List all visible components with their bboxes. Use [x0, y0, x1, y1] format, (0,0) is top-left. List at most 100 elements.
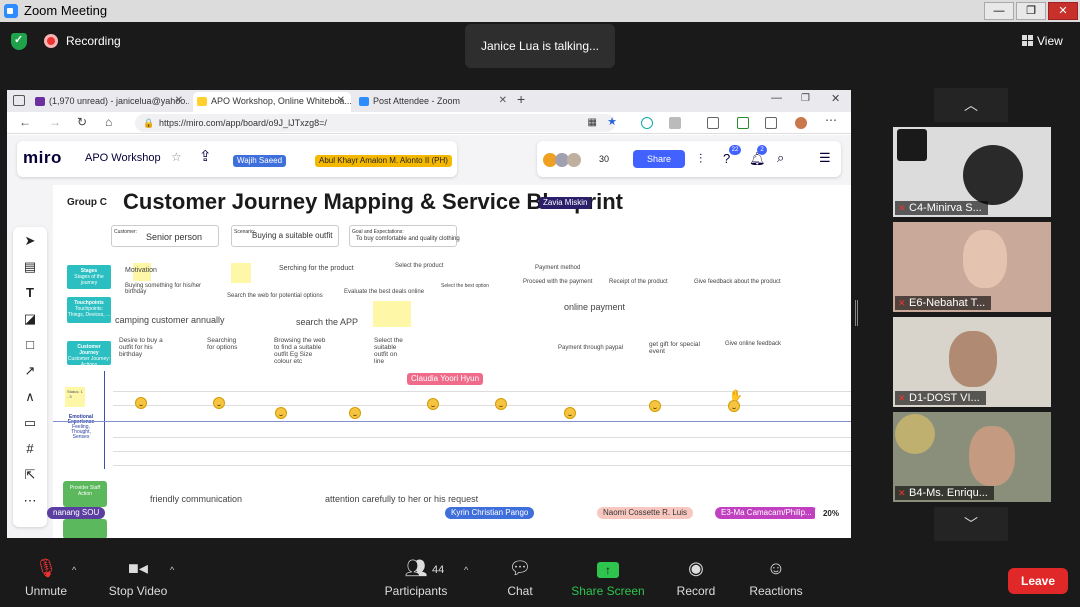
note[interactable]: Payment through paypal — [558, 345, 623, 351]
extension-icon[interactable] — [641, 117, 653, 129]
note[interactable]: Desire to buy a outfit for his birthday — [119, 337, 169, 358]
browser-tab-email[interactable]: (1,970 unread) - janicelua@yahoo... ✕ — [31, 92, 189, 112]
favorites-icon[interactable] — [707, 117, 719, 129]
touchpoint-card[interactable]: Touchpoints Touchpoints: Things, Devices,… — [67, 297, 111, 323]
close-button[interactable]: ✕ — [1048, 2, 1078, 20]
profile-avatar[interactable] — [795, 117, 807, 129]
reactions-button[interactable]: ☺ Reactions — [746, 556, 806, 598]
note[interactable]: Search the web for potential options — [227, 293, 323, 299]
record-button[interactable]: ◉ Record — [674, 556, 718, 598]
note[interactable]: Motivation — [125, 267, 157, 274]
emotion-face[interactable] — [427, 398, 439, 410]
note[interactable]: attention carefully to her or his reques… — [325, 494, 478, 504]
reload-icon[interactable]: ↻ — [77, 115, 87, 129]
stop-video-button[interactable]: ■◂ Stop Video — [104, 556, 172, 598]
emotion-face[interactable] — [213, 397, 225, 409]
note[interactable]: Receipt of the product — [609, 279, 668, 285]
participant-count[interactable]: 30 — [599, 154, 609, 164]
journey-card[interactable]: Customer Journey Customer Journey: Action… — [67, 341, 111, 368]
emotion-face[interactable] — [275, 407, 287, 419]
new-tab-icon[interactable]: + — [517, 91, 525, 107]
tab-actions-icon[interactable] — [13, 95, 25, 106]
emotion-face[interactable] — [349, 407, 361, 419]
note[interactable]: get gift for special event — [649, 341, 701, 355]
audio-options-caret[interactable]: ^ — [72, 565, 76, 575]
chat-button[interactable]: 💬︎ Chat — [500, 556, 540, 598]
maximize-button[interactable]: ❐ — [1016, 2, 1046, 20]
provider-card[interactable]: Provider Staff Action — [63, 481, 107, 507]
unmute-button[interactable]: 🎙︎ Unmute — [20, 556, 72, 598]
security-shield-icon[interactable] — [11, 33, 27, 50]
video-tile[interactable]: ✕ D1-DOST VI... — [893, 317, 1051, 407]
browser-restore-icon[interactable]: ❐ — [801, 93, 810, 104]
collections-icon[interactable] — [765, 117, 777, 129]
settings-icon[interactable]: ⫶ — [699, 151, 702, 167]
leave-button[interactable]: Leave — [1008, 568, 1068, 594]
more-tools-icon[interactable]: ⋯ — [13, 493, 47, 509]
video-tile[interactable]: ✕ C4-Minirva S... — [893, 127, 1051, 217]
forward-icon[interactable]: → — [49, 115, 61, 129]
participants-options-caret[interactable]: ^ — [464, 565, 468, 575]
provider-card-2[interactable] — [63, 519, 107, 538]
note[interactable]: Select the suitable outfit on line — [374, 337, 408, 365]
stage-card[interactable]: Stages Stages of the journey — [67, 265, 111, 289]
notes-icon[interactable]: ☰ — [819, 150, 831, 166]
sticky-note-icon[interactable]: ◪ — [13, 311, 47, 327]
note[interactable]: Select the best option — [441, 283, 489, 289]
browser-minimize-icon[interactable]: — — [771, 92, 782, 104]
note[interactable]: Searching for options — [207, 337, 239, 351]
url-input[interactable]: 🔒 https://miro.com/app/board/o9J_lJTxzg8… — [135, 113, 617, 132]
note[interactable]: Give feedback about the product — [694, 279, 781, 285]
miro-share-button[interactable]: Share — [633, 150, 685, 168]
templates-icon[interactable]: ▤ — [13, 259, 47, 275]
downloads-icon[interactable] — [737, 117, 749, 129]
upload-icon[interactable]: ⇱ — [13, 467, 47, 483]
gallery-next-button[interactable]: ﹀ — [934, 507, 1008, 541]
note[interactable]: Browsing the web to find a suitable outf… — [274, 337, 330, 365]
frame-icon[interactable]: # — [13, 441, 47, 456]
bookmark-star-icon[interactable]: ★ — [607, 113, 617, 131]
note[interactable]: online payment — [564, 302, 625, 312]
browser-close-icon[interactable]: ✕ — [831, 92, 840, 105]
goal-box[interactable]: Goal and Expectations: To buy comfortabl… — [349, 225, 460, 247]
board-canvas[interactable]: Group C Customer Journey Mapping & Servi… — [53, 185, 851, 538]
resize-handle[interactable] — [855, 300, 858, 326]
video-tile[interactable]: ✕ B4-Ms. Enriqu... — [893, 412, 1051, 502]
minimize-button[interactable]: — — [984, 2, 1014, 20]
tab-close-icon[interactable]: ✕ — [337, 92, 345, 110]
note[interactable]: Give online feedback — [725, 341, 781, 347]
home-icon[interactable]: ⌂ — [105, 115, 112, 129]
tab-close-icon[interactable]: ✕ — [175, 92, 183, 110]
pen-icon[interactable]: ∧ — [13, 389, 47, 405]
export-icon[interactable]: ⇪ — [199, 147, 212, 165]
qr-icon[interactable]: ▦ — [588, 114, 597, 132]
video-options-caret[interactable]: ^ — [170, 565, 174, 575]
note[interactable]: camping customer annually — [115, 315, 225, 325]
view-button[interactable]: View — [1022, 34, 1063, 48]
emotion-face[interactable] — [495, 398, 507, 410]
tab-close-icon[interactable]: ✕ — [499, 92, 507, 110]
recording-label[interactable]: Recording — [66, 34, 121, 48]
miro-logo[interactable]: miro — [23, 148, 62, 168]
board-name[interactable]: APO Workshop — [85, 152, 161, 164]
note[interactable]: search the APP — [296, 317, 358, 327]
note[interactable]: Buying something for his/her birthday — [125, 283, 215, 295]
note[interactable]: Select the product — [395, 263, 443, 269]
help-icon[interactable]: ? — [723, 151, 730, 166]
text-icon[interactable]: T — [13, 285, 47, 300]
select-icon[interactable]: ➤ — [13, 233, 47, 249]
arrow-icon[interactable]: ↗ — [13, 363, 47, 379]
user-avatar[interactable] — [567, 153, 581, 167]
gallery-prev-button[interactable]: ︿ — [934, 88, 1008, 122]
note[interactable]: Serching for the product — [279, 265, 354, 272]
video-tile[interactable]: ✕ E6-Nebahat T... — [893, 222, 1051, 312]
zoom-level[interactable]: 20% — [815, 507, 847, 521]
share-screen-button[interactable]: ↑ Share Screen — [570, 556, 646, 598]
customer-box[interactable]: Customer: Senior person — [111, 225, 219, 247]
sticky-note[interactable] — [231, 263, 251, 283]
note[interactable]: Proceed with the payment — [523, 279, 592, 285]
scenario-box[interactable]: Scenario: Buying a suitable outfit — [231, 225, 339, 247]
comment-icon[interactable]: ▭ — [13, 415, 47, 431]
back-icon[interactable]: ← — [19, 115, 31, 129]
emotion-face[interactable] — [564, 407, 576, 419]
